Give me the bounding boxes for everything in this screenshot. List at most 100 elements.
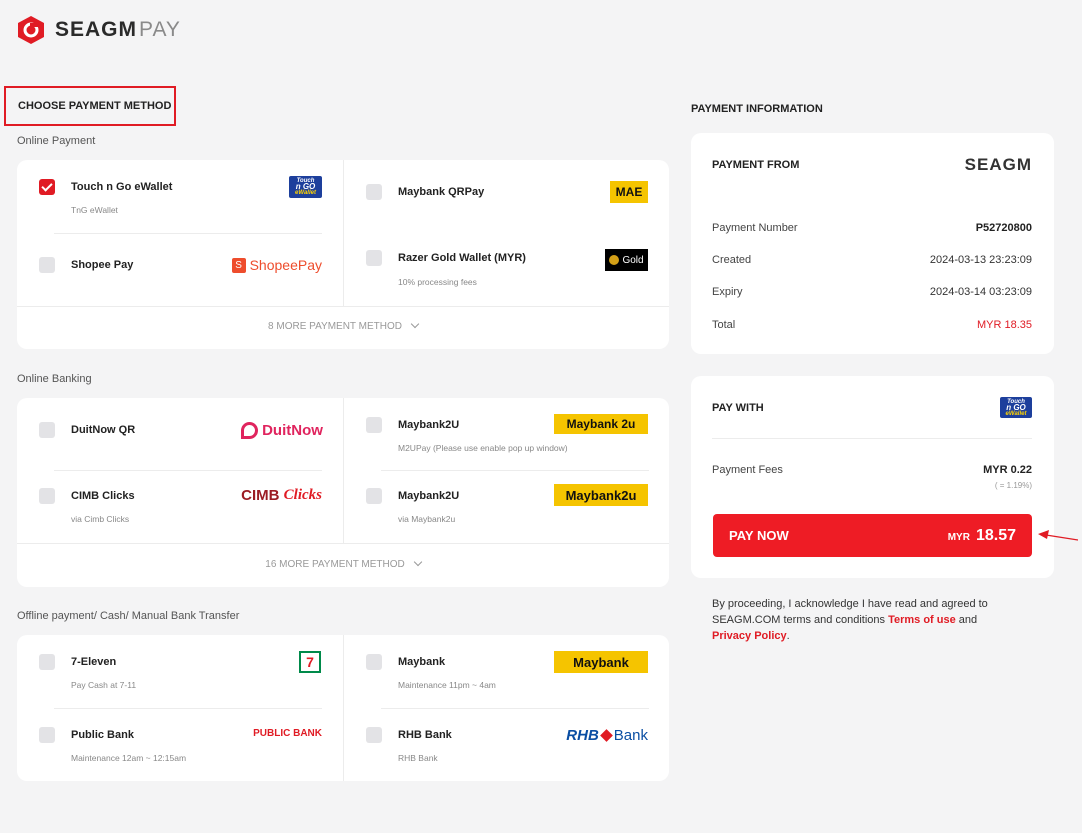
terms-and: and [955,614,978,626]
option-cimb-clicks[interactable]: CIMB Clicks via Cimb Clicks CIMB Clicks [17,471,343,543]
checkbox[interactable] [366,654,382,670]
checkbox[interactable] [366,727,382,743]
logo-pay-text: PAY [139,18,181,41]
option-name: Touch n Go eWallet [71,181,173,193]
bank-logo-text: Bank [613,726,648,744]
pay-with-card: PAY WITH Touch n GO eWallet Payment Fees M… [691,376,1054,578]
more-banking-methods-toggle[interactable]: 16 MORE PAYMENT METHOD [17,557,669,570]
touch-n-go-logo: Touch n GO eWallet [289,176,322,198]
option-maybank[interactable]: Maybank Maintenance 11pm ~ 4am Maybank [344,635,669,708]
privacy-policy-link[interactable]: Privacy Policy [712,630,787,642]
touch-n-go-logo: Touch n GO eWallet [1000,397,1032,418]
checkbox[interactable] [366,417,382,433]
maybank-logo: Maybank [554,651,648,673]
option-name: 7-Eleven [71,656,117,668]
expiry-value: 2024-03-14 03:23:09 [929,286,1032,298]
checkbox[interactable] [39,422,55,438]
checkbox-checked[interactable] [39,179,55,195]
option-name: Maybank2U [398,490,460,502]
option-maybank2u-pay[interactable]: Maybank2U M2UPay (Please use enable pop … [344,398,669,470]
seagm-logo: SEAGM [964,155,1032,174]
payment-from-label: PAYMENT FROM [712,159,800,171]
payment-fees-percent: ( = 1.19%) [994,481,1032,490]
row-divider [712,438,1032,439]
duitnow-logo: DuitNow [241,419,323,441]
shopeepay-logo: S ShopeePay [229,256,322,274]
checkbox[interactable] [39,727,55,743]
chevron-down-icon [410,319,420,329]
option-name: DuitNow QR [71,424,136,436]
pay-now-label: PAY NOW [729,528,789,543]
cimb-clicks-logo: CIMB Clicks [229,485,322,505]
rhb-bank-logo: RHB Bank [566,724,648,746]
seagm-pay-logo[interactable]: SEAGMPAY [55,18,181,42]
total-value: MYR 18.35 [976,319,1032,331]
cimb-logo-text: CIMB [241,486,280,504]
option-sub: Maintenance 11pm ~ 4am [398,680,496,690]
option-name: CIMB Clicks [71,490,135,502]
option-maybank2u[interactable]: Maybank2U via Maybank2u Maybank2u [344,471,669,543]
payment-number-label: Payment Number [712,222,798,234]
checkbox[interactable] [366,184,382,200]
terms-end: . [786,630,790,642]
created-label: Created [712,254,752,266]
pay-now-amount-group: MYR 18.57 [948,527,1016,545]
option-name: Maybank [398,656,446,668]
more-label: 8 MORE PAYMENT METHOD [268,321,402,332]
maybank2u-logo: Maybank 2u [554,414,648,434]
option-duitnow[interactable]: DuitNow QR DuitNow [17,398,343,470]
payment-number-value: P52720800 [975,222,1032,234]
seven-eleven-logo: 7 [299,651,321,673]
option-7-eleven[interactable]: 7-Eleven Pay Cash at 7-11 7 [17,635,343,708]
payment-information-title: PAYMENT INFORMATION [691,103,823,115]
option-sub: TnG eWallet [71,205,118,215]
offline-payment-card: 7-Eleven Pay Cash at 7-11 7 Maybank Main… [17,635,669,781]
option-touch-n-go[interactable]: Touch n Go eWallet TnG eWallet Touch n GO… [17,160,343,233]
terms-of-use-link[interactable]: Terms of use [888,614,956,626]
option-sub: RHB Bank [398,753,438,763]
payment-fees-value: MYR 0.22 [983,464,1032,476]
option-name: Public Bank [71,729,134,741]
mae-logo: MAE [610,181,648,203]
annotation-arrow-icon [1038,530,1078,541]
clicks-logo-text: Clicks [283,486,322,503]
online-banking-label: Online Banking [17,373,92,385]
option-sub: Maintenance 12am ~ 12:15am [71,753,187,763]
chevron-down-icon [413,557,422,567]
option-sub: 10% processing fees [398,277,477,287]
checkbox[interactable] [39,654,55,670]
choose-payment-title: CHOOSE PAYMENT METHOD [4,86,176,126]
option-public-bank[interactable]: Public Bank Maintenance 12am ~ 12:15am P… [17,709,343,781]
rhb-logo-text: RHB [566,726,599,744]
option-name: Shopee Pay [71,259,134,271]
option-maybank-qrpay[interactable]: Maybank QRPay MAE [344,160,669,233]
online-payment-label: Online Payment [17,135,96,147]
pay-now-currency: MYR [947,531,970,543]
option-sub: M2UPay (Please use enable pop up window) [398,443,568,453]
online-payment-card: Touch n Go eWallet TnG eWallet Touch n GO… [17,160,669,349]
payment-fees-label: Payment Fees [712,464,783,476]
checkbox[interactable] [366,250,382,266]
checkbox[interactable] [39,257,55,273]
total-label: Total [712,319,736,331]
option-shopee-pay[interactable]: Shopee Pay S ShopeePay [17,234,343,306]
option-razer-gold[interactable]: Razer Gold Wallet (MYR) 10% processing f… [344,234,669,306]
terms-notice: By proceeding, I acknowledge I have read… [712,596,1012,644]
option-rhb-bank[interactable]: RHB Bank RHB Bank RHB Bank [344,709,669,781]
duitnow-logo-text: DuitNow [262,421,323,439]
option-sub: via Cimb Clicks [71,514,130,524]
checkbox[interactable] [366,488,382,504]
row-divider [17,306,669,307]
pay-with-label: PAY WITH [712,402,764,414]
header: SEAGMPAY [17,14,181,46]
checkbox[interactable] [39,488,55,504]
pay-now-amount: 18.57 [975,526,1016,544]
more-payment-methods-toggle[interactable]: 8 MORE PAYMENT METHOD [17,319,669,332]
maybank2u-logo: Maybank2u [554,484,648,506]
row-divider [17,543,669,544]
option-name: Maybank QRPay [398,186,485,198]
created-value: 2024-03-13 23:23:09 [929,254,1032,266]
payment-from-card: PAYMENT FROM SEAGM Payment Number P52720… [691,133,1054,354]
pay-now-button[interactable]: PAY NOW MYR 18.57 [713,514,1032,557]
shopeepay-logo-text: ShopeePay [249,257,322,273]
